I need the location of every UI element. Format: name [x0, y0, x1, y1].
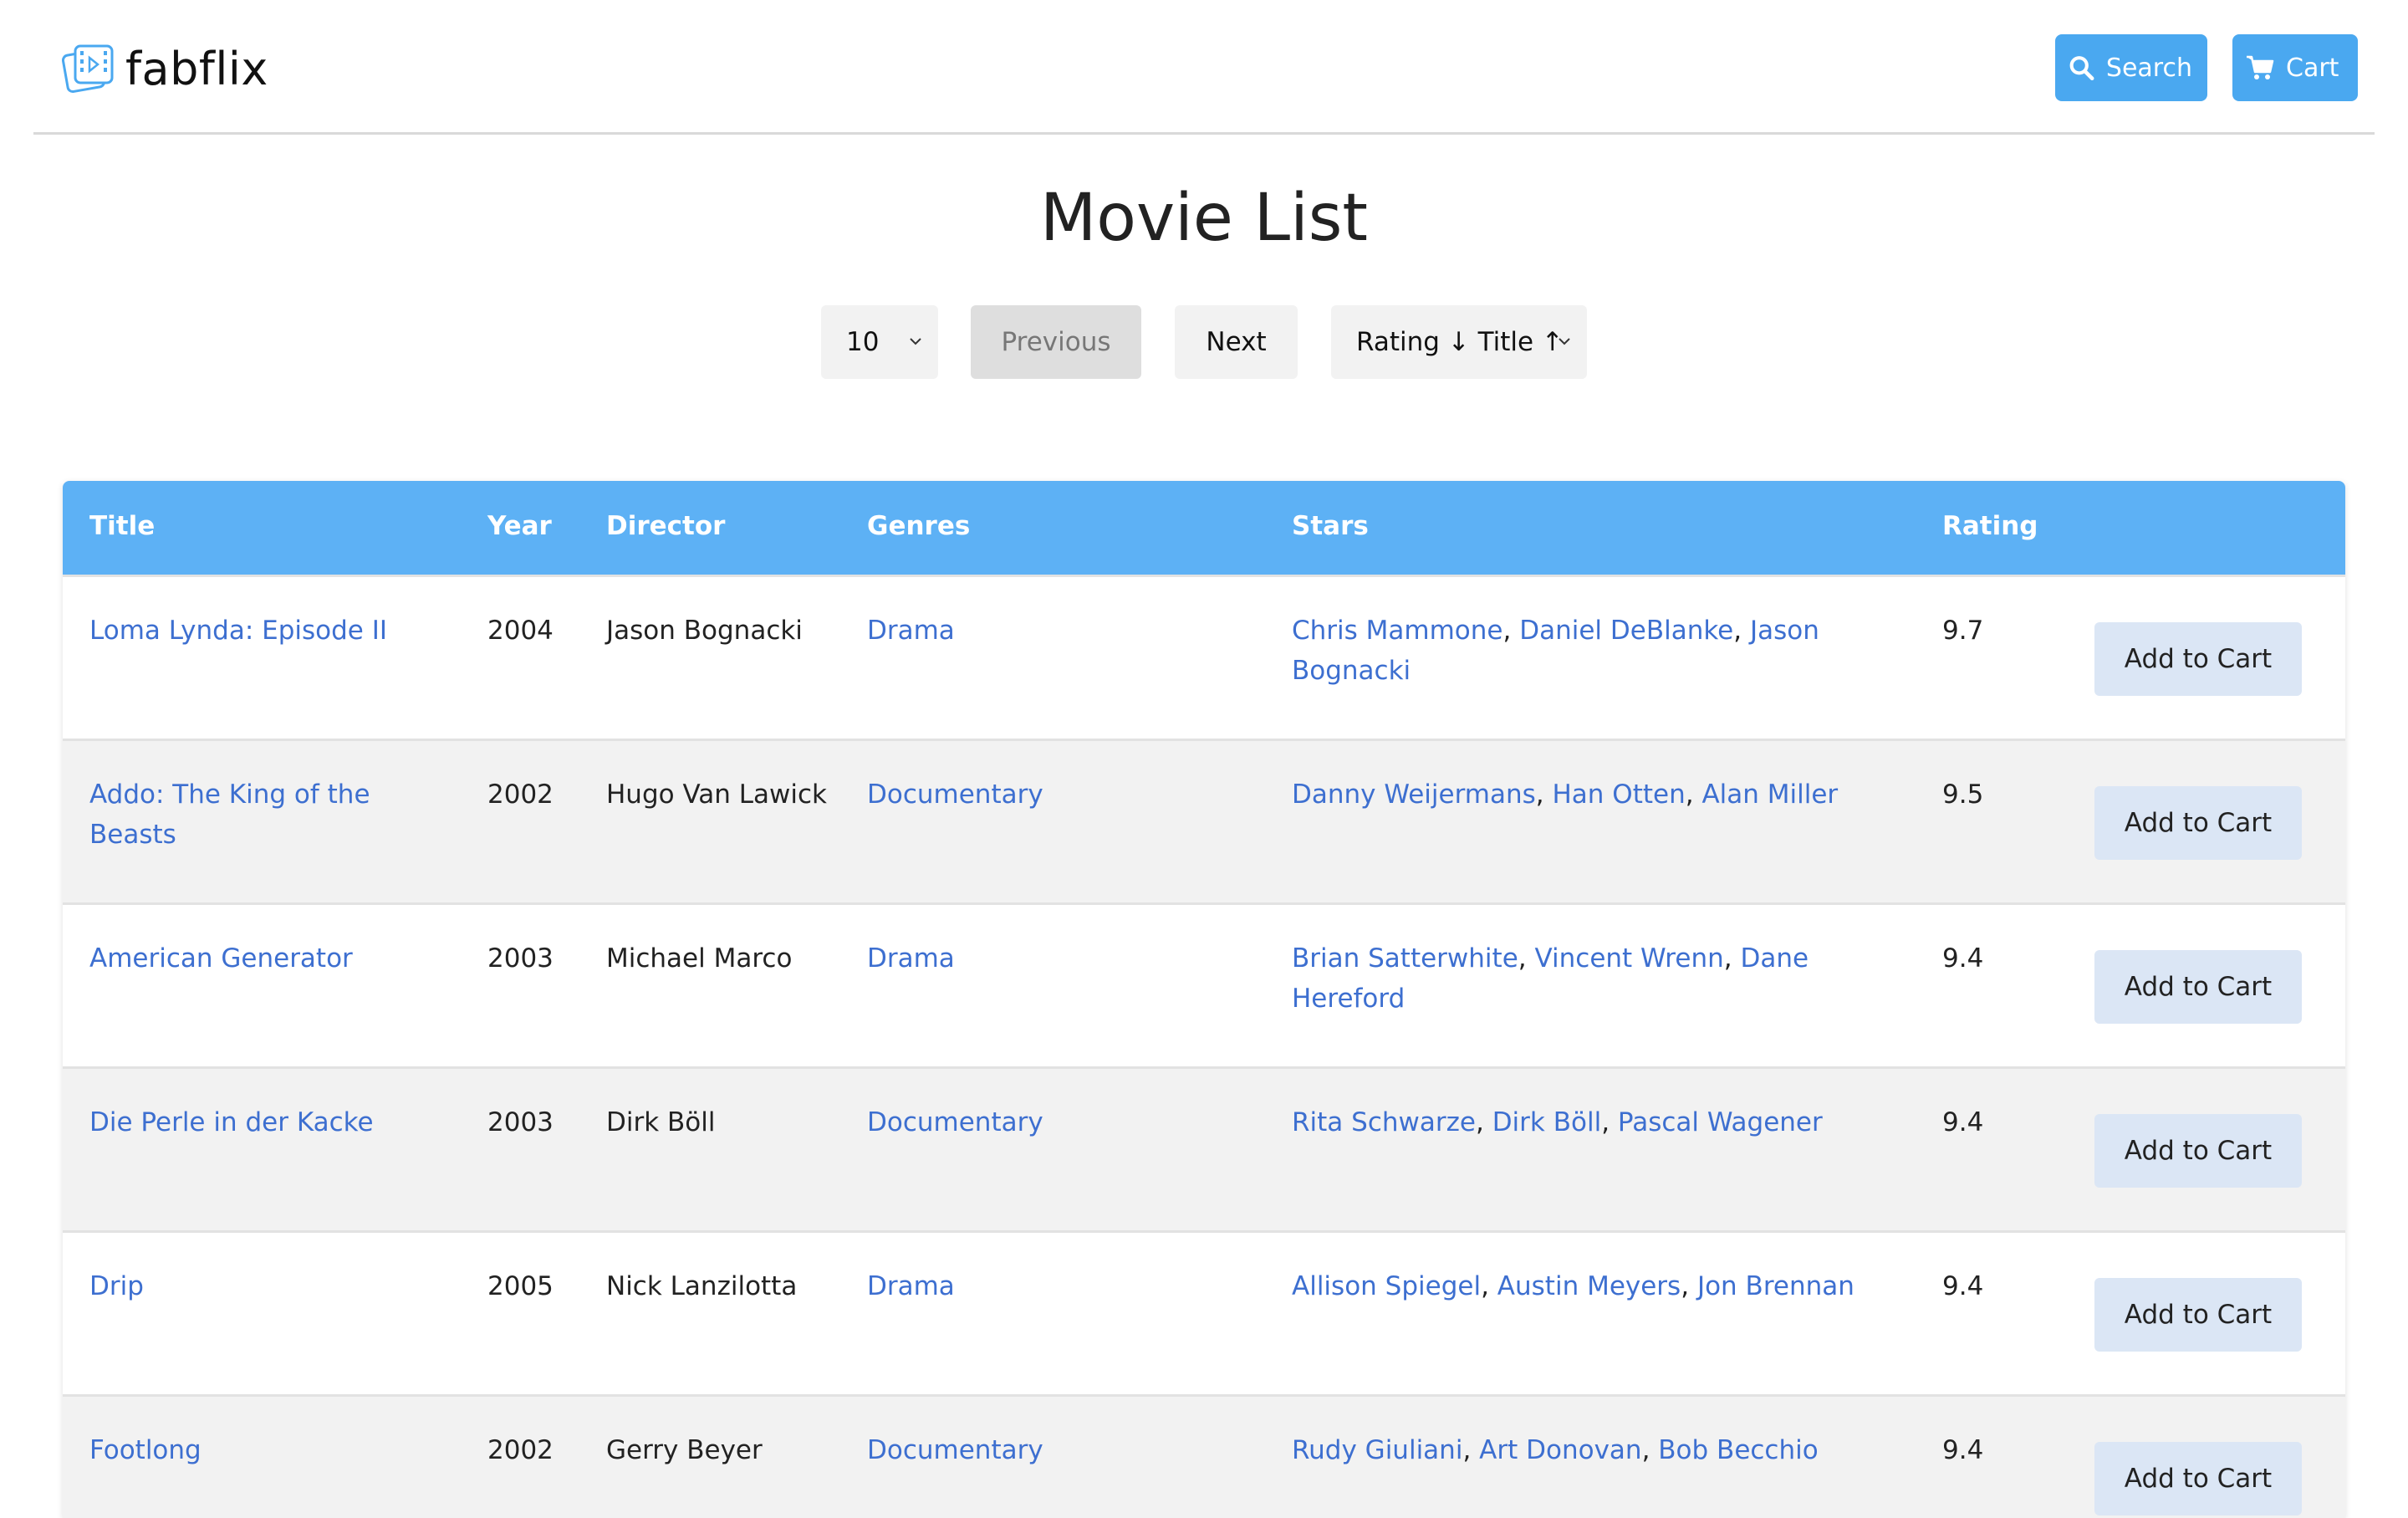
next-button[interactable]: Next	[1175, 305, 1298, 379]
movie-title-link[interactable]: Footlong	[89, 1430, 424, 1470]
genre-link[interactable]: Documentary	[867, 1430, 1218, 1470]
star-link[interactable]: Austin Meyers	[1497, 1271, 1681, 1301]
stars-list: Brian Satterwhite, Vincent Wrenn, Dane H…	[1292, 943, 1809, 1014]
stars-list: Chris Mammone, Daniel DeBlanke, Jason Bo…	[1292, 616, 1819, 686]
movie-title-link[interactable]: Loma Lynda: Episode II	[89, 611, 424, 651]
star-link[interactable]: Bob Becchio	[1658, 1435, 1818, 1465]
movie-rating: 9.4	[1942, 1271, 1984, 1301]
movie-year: 2002	[487, 779, 554, 810]
star-link[interactable]: Art Donovan	[1479, 1435, 1641, 1465]
brand-name: fabflix	[125, 42, 268, 95]
movie-director: Dirk Böll	[606, 1107, 716, 1137]
genre-link[interactable]: Drama	[867, 938, 1218, 979]
genre-link[interactable]: Documentary	[867, 774, 1218, 815]
movie-year: 2004	[487, 616, 554, 646]
movie-rating: 9.4	[1942, 1435, 1984, 1465]
column-header-rating: Rating	[1942, 511, 2038, 541]
stars-list: Rudy Giuliani, Art Donovan, Bob Becchio	[1292, 1435, 1819, 1465]
star-link[interactable]: Rudy Giuliani	[1292, 1435, 1462, 1465]
movie-director: Gerry Beyer	[606, 1435, 763, 1465]
table-row: American Generator 2003 Michael Marco Dr…	[63, 902, 2345, 1066]
table-row: Loma Lynda: Episode II 2004 Jason Bognac…	[63, 575, 2345, 739]
movie-director: Nick Lanzilotta	[606, 1271, 798, 1301]
movie-table: Title Year Director Genres Stars Rating …	[63, 481, 2345, 1518]
table-row: Die Perle in der Kacke 2003 Dirk Böll Do…	[63, 1066, 2345, 1230]
search-button[interactable]: Search	[2055, 34, 2207, 101]
movie-title-link[interactable]: Drip	[89, 1266, 424, 1306]
movie-director: Jason Bognacki	[606, 616, 803, 646]
star-link[interactable]: Pascal Wagener	[1618, 1107, 1823, 1137]
stars-list: Danny Weijermans, Han Otten, Alan Miller	[1292, 779, 1839, 810]
movie-director: Michael Marco	[606, 943, 793, 974]
stars-list: Rita Schwarze, Dirk Böll, Pascal Wagener	[1292, 1107, 1823, 1137]
add-to-cart-button[interactable]: Add to Cart	[2094, 1442, 2302, 1515]
movie-year: 2005	[487, 1271, 554, 1301]
movie-director: Hugo Van Lawick	[606, 779, 827, 810]
column-header-year: Year	[487, 511, 552, 541]
film-logo-icon	[62, 44, 114, 94]
page: fabflix Search Cart Movie List 10 Previo…	[0, 0, 2408, 1518]
star-link[interactable]: Jon Brennan	[1697, 1271, 1854, 1301]
movie-title-link[interactable]: Die Perle in der Kacke	[89, 1102, 424, 1142]
page-title: Movie List	[1040, 181, 1368, 256]
page-size-select[interactable]: 10	[821, 305, 938, 379]
chevron-down-icon	[1559, 338, 1570, 345]
genre-link[interactable]: Drama	[867, 611, 1218, 651]
sort-value: Rating ↓ Title ↑	[1356, 327, 1564, 357]
add-to-cart-button[interactable]: Add to Cart	[2094, 1278, 2302, 1352]
genre-link[interactable]: Documentary	[867, 1102, 1218, 1142]
star-link[interactable]: Daniel DeBlanke	[1519, 616, 1733, 646]
movie-rating: 9.4	[1942, 1107, 1984, 1137]
column-header-genres: Genres	[867, 511, 971, 541]
star-link[interactable]: Han Otten	[1552, 779, 1685, 810]
star-link[interactable]: Allison Spiegel	[1292, 1271, 1481, 1301]
movie-year: 2003	[487, 943, 554, 974]
star-link[interactable]: Danny Weijermans	[1292, 779, 1536, 810]
top-navbar: fabflix Search Cart	[33, 0, 2375, 135]
add-to-cart-button[interactable]: Add to Cart	[2094, 950, 2302, 1024]
previous-button[interactable]: Previous	[971, 305, 1141, 379]
add-to-cart-button[interactable]: Add to Cart	[2094, 622, 2302, 696]
movie-year: 2002	[487, 1435, 554, 1465]
sort-select[interactable]: Rating ↓ Title ↑	[1331, 305, 1587, 379]
movie-rating: 9.5	[1942, 779, 1984, 810]
add-to-cart-button[interactable]: Add to Cart	[2094, 1114, 2302, 1188]
movie-title-link[interactable]: Addo: The King of the Beasts	[89, 774, 424, 855]
movie-rating: 9.4	[1942, 943, 1984, 974]
page-size-value: 10	[846, 327, 880, 357]
table-row: Addo: The King of the Beasts 2002 Hugo V…	[63, 739, 2345, 902]
column-header-stars: Stars	[1292, 511, 1369, 541]
stars-list: Allison Spiegel, Austin Meyers, Jon Bren…	[1292, 1271, 1854, 1301]
star-link[interactable]: Brian Satterwhite	[1292, 943, 1518, 974]
movie-year: 2003	[487, 1107, 554, 1137]
star-link[interactable]: Vincent Wrenn	[1534, 943, 1723, 974]
cart-button[interactable]: Cart	[2232, 34, 2358, 101]
column-header-director: Director	[606, 511, 726, 541]
star-link[interactable]: Rita Schwarze	[1292, 1107, 1476, 1137]
column-header-title: Title	[89, 511, 156, 541]
chevron-down-icon	[910, 338, 921, 345]
cart-icon	[2247, 55, 2274, 79]
movie-rating: 9.7	[1942, 616, 1984, 646]
search-button-label: Search	[2105, 53, 2192, 83]
movie-title-link[interactable]: American Generator	[89, 938, 424, 979]
table-header: Title Year Director Genres Stars Rating	[63, 481, 2345, 575]
star-link[interactable]: Alan Miller	[1701, 779, 1838, 810]
add-to-cart-button[interactable]: Add to Cart	[2094, 786, 2302, 860]
star-link[interactable]: Chris Mammone	[1292, 616, 1502, 646]
star-link[interactable]: Dirk Böll	[1492, 1107, 1602, 1137]
genre-link[interactable]: Drama	[867, 1266, 1218, 1306]
table-row: Footlong 2002 Gerry Beyer Documentary Ru…	[63, 1394, 2345, 1518]
search-icon	[2069, 56, 2094, 81]
cart-button-label: Cart	[2286, 53, 2339, 83]
brand-logo[interactable]: fabflix	[62, 38, 268, 99]
table-row: Drip 2005 Nick Lanzilotta Drama Allison …	[63, 1230, 2345, 1394]
